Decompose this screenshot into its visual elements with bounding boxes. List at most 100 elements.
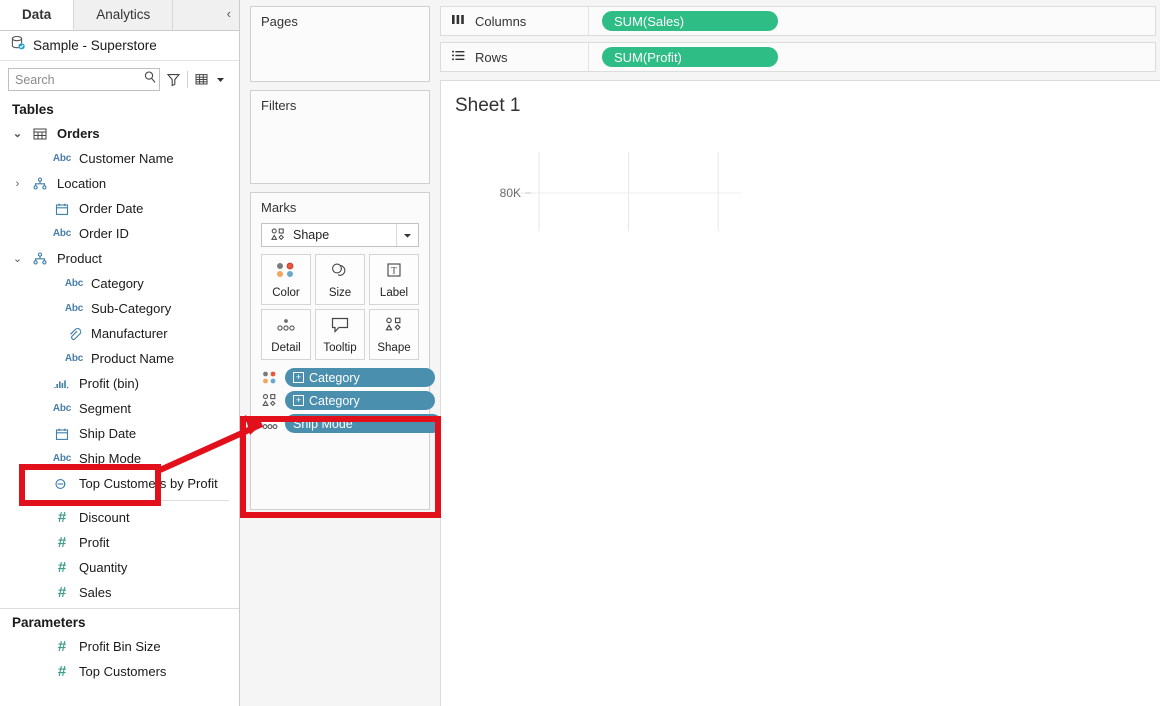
mark-type-dropdown[interactable]: Shape — [261, 223, 419, 247]
mark-button-label: Shape — [377, 341, 411, 354]
field-order-id[interactable]: Abc Order ID — [0, 221, 239, 246]
pill-sum-profit[interactable]: SUM(Profit) — [602, 47, 778, 67]
mark-button-detail[interactable]: Detail — [261, 309, 311, 360]
field-discount[interactable]: # Discount — [0, 505, 239, 530]
search-box[interactable] — [8, 68, 160, 91]
expand-caret-icon[interactable]: ⌄ — [12, 127, 23, 140]
mark-pill-category-1[interactable]: + Category — [285, 391, 435, 410]
tab-data-label: Data — [22, 7, 52, 22]
measure-list: # Discount # Profit # Quantity # Sales — [0, 505, 239, 605]
field-label: Customer Name — [79, 151, 174, 166]
field-label: Profit Bin Size — [79, 639, 161, 654]
pill-aggregate-icon: + — [293, 372, 304, 383]
field-quantity[interactable]: # Quantity — [0, 555, 239, 580]
tab-data[interactable]: Data — [0, 0, 75, 30]
detail-icon[interactable] — [259, 415, 281, 433]
rows-shelf-label: Rows — [441, 43, 589, 71]
field-manufacturer[interactable]: Manufacturer — [0, 321, 239, 346]
field-ship-date[interactable]: Ship Date — [0, 421, 239, 446]
measures-divider — [30, 500, 229, 501]
pill-sum-sales[interactable]: SUM(Sales) — [602, 11, 778, 31]
hierarchy-icon — [30, 251, 50, 266]
field-customer-name[interactable]: Abc Customer Name — [0, 146, 239, 171]
mark-button-label[interactable]: T Label — [369, 254, 419, 305]
search-icon[interactable] — [143, 70, 157, 89]
abc-icon: Abc — [52, 228, 72, 239]
color-icon[interactable] — [259, 369, 281, 387]
field-label: Location — [57, 176, 107, 191]
collapse-pane-icon[interactable]: ‹ — [227, 6, 231, 21]
field-profit-bin-size[interactable]: # Profit Bin Size — [0, 634, 239, 659]
mark-button-color[interactable]: Color — [261, 254, 311, 305]
tab-analytics[interactable]: Analytics — [74, 0, 174, 30]
mark-button-shape[interactable]: Shape — [369, 309, 419, 360]
field-label: Product Name — [91, 351, 175, 366]
tableau-window: Data Analytics ‹ Sample - Superstore Sea… — [0, 0, 1160, 706]
toolbar-divider — [187, 71, 188, 88]
shape-icon — [382, 316, 406, 339]
field-ship-mode[interactable]: Abc Ship Mode — [0, 446, 239, 471]
view-options-chevron-icon[interactable] — [215, 74, 226, 85]
columns-label-text: Columns — [475, 13, 527, 29]
tables-header: Tables — [12, 102, 54, 117]
field-product[interactable]: ⌄ Product — [0, 246, 239, 271]
field-label: Profit (bin) — [79, 376, 139, 391]
rows-shelf[interactable]: Rows SUM(Profit) — [440, 42, 1156, 72]
columns-shelf[interactable]: Columns SUM(Sales) — [440, 6, 1156, 36]
abc-icon: Abc — [52, 403, 72, 414]
datasource-row[interactable]: Sample - Superstore — [0, 31, 239, 61]
abc-icon: Abc — [64, 353, 84, 364]
mark-button-label: Color — [272, 286, 300, 299]
filters-card[interactable]: Filters — [250, 90, 430, 184]
field-profit-bin-[interactable]: Profit (bin) — [0, 371, 239, 396]
field-location[interactable]: › Location — [0, 171, 239, 196]
columns-shelf-label: Columns — [441, 7, 589, 35]
mark-button-label: Size — [328, 286, 352, 299]
mark-pill-label: Category — [309, 370, 360, 385]
datasource-label: Sample - Superstore — [33, 38, 157, 53]
expand-caret-icon[interactable]: › — [12, 178, 23, 190]
hash-icon: # — [57, 534, 67, 551]
grid-view-icon[interactable] — [194, 72, 209, 87]
mark-pill-category-0[interactable]: + Category — [285, 368, 435, 387]
bin-icon — [52, 377, 72, 391]
mark-button-size[interactable]: Size — [315, 254, 365, 305]
calendar-icon — [52, 427, 72, 441]
columns-shelf-dropzone[interactable]: SUM(Sales) — [589, 11, 778, 31]
field-profit[interactable]: # Profit — [0, 530, 239, 555]
field-category[interactable]: Abc Category — [0, 271, 239, 296]
mark-type-chevron-icon[interactable] — [396, 224, 418, 246]
rows-shelf-dropzone[interactable]: SUM(Profit) — [589, 47, 778, 67]
field-orders[interactable]: ⌄ Orders — [0, 121, 239, 146]
scatter-plot[interactable]: 0K10K20K30K40K50K60K70K80K0K100K200K300K… — [441, 81, 741, 231]
viz-canvas[interactable]: Sheet 1 0K10K20K30K40K50K60K70K80K0K100K… — [440, 80, 1160, 706]
mark-pill-ship-mode-2[interactable]: Ship Mode — [285, 414, 442, 433]
field-order-date[interactable]: Order Date — [0, 196, 239, 221]
field-product-name[interactable]: Abc Product Name — [0, 346, 239, 371]
marks-card: Marks Shape Color Size T Label Detail Tooltip… — [250, 192, 442, 510]
pages-title: Pages — [261, 14, 298, 29]
pages-card[interactable]: Pages — [250, 6, 430, 82]
field-sub-category[interactable]: Abc Sub-Category — [0, 296, 239, 321]
mark-button-tooltip[interactable]: Tooltip — [315, 309, 365, 360]
mark-button-label: Tooltip — [323, 341, 357, 354]
field-sales[interactable]: # Sales — [0, 580, 239, 605]
mark-pill-row: + Category — [259, 366, 435, 389]
tab-analytics-label: Analytics — [96, 7, 151, 22]
mark-pill-row: + Category — [259, 389, 435, 412]
mark-pill-label: Category — [309, 393, 360, 408]
filter-funnel-icon[interactable] — [166, 72, 181, 87]
mark-property-buttons: Color Size T Label Detail Tooltip Shape — [261, 254, 419, 360]
field-list: ⌄ Orders Abc Customer Name › Location Order Da… — [0, 121, 239, 496]
hash-icon: # — [57, 638, 67, 655]
field-top-customers[interactable]: # Top Customers — [0, 659, 239, 684]
datasource-icon — [10, 35, 26, 56]
expand-caret-icon[interactable]: ⌄ — [12, 252, 23, 265]
field-segment[interactable]: Abc Segment — [0, 396, 239, 421]
field-label: Sales — [79, 585, 112, 600]
search-input[interactable] — [15, 72, 143, 87]
shape-icon[interactable] — [259, 392, 281, 410]
field-top-customers-by-profit[interactable]: Top Customers by Profit — [0, 471, 239, 496]
abc-icon: Abc — [52, 453, 72, 464]
hash-icon: # — [57, 559, 67, 576]
